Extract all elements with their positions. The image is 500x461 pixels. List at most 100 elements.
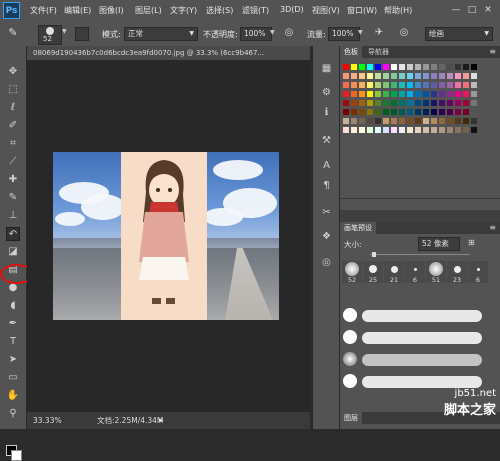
swatch[interactable] xyxy=(359,109,365,115)
swatch[interactable] xyxy=(471,118,477,124)
swatch[interactable] xyxy=(447,82,453,88)
chevron-down-icon[interactable]: ▼ xyxy=(358,29,363,36)
swatch[interactable] xyxy=(383,100,389,106)
history-panel-icon[interactable]: ▦ xyxy=(320,62,333,75)
path-select-tool-icon[interactable]: ➤ xyxy=(6,353,20,367)
swatch[interactable] xyxy=(383,73,389,79)
crop-tool-icon[interactable]: ⌗ xyxy=(6,137,20,151)
swatch[interactable] xyxy=(471,91,477,97)
swatch[interactable] xyxy=(407,82,413,88)
brush-tip[interactable]: 6 xyxy=(468,261,488,284)
swatch[interactable] xyxy=(455,91,461,97)
brush-stroke-preview[interactable] xyxy=(362,376,482,388)
swatch[interactable] xyxy=(367,73,373,79)
swatch[interactable] xyxy=(391,82,397,88)
swatch[interactable] xyxy=(423,82,429,88)
swatch[interactable] xyxy=(343,118,349,124)
info-panel-icon[interactable]: ℹ xyxy=(320,106,333,119)
3d-panel-icon[interactable]: ◎ xyxy=(320,256,333,269)
swatch[interactable] xyxy=(407,64,413,70)
minimize-icon[interactable]: — xyxy=(450,4,462,16)
swatch[interactable] xyxy=(399,109,405,115)
brush-picker[interactable]: 52 xyxy=(38,25,62,45)
new-preset-icon[interactable]: ⊞ xyxy=(468,238,478,248)
menu-file[interactable]: 文件(F) xyxy=(30,5,57,16)
swatch[interactable] xyxy=(463,64,469,70)
swatch[interactable] xyxy=(367,64,373,70)
swatch[interactable] xyxy=(343,91,349,97)
swatch[interactable] xyxy=(383,109,389,115)
swatch[interactable] xyxy=(455,82,461,88)
swatch[interactable] xyxy=(407,118,413,124)
swatch[interactable] xyxy=(447,73,453,79)
swatch[interactable] xyxy=(399,73,405,79)
swatch[interactable] xyxy=(407,100,413,106)
pressure-opacity-icon[interactable]: ◎ xyxy=(283,27,295,39)
brush-tool-icon[interactable]: ✎ xyxy=(6,191,20,205)
swatch[interactable] xyxy=(439,118,445,124)
swatch[interactable] xyxy=(359,91,365,97)
swatch[interactable] xyxy=(359,127,365,133)
tab-layers[interactable]: 图层 xyxy=(340,412,362,424)
swatch[interactable] xyxy=(455,118,461,124)
swatch[interactable] xyxy=(431,118,437,124)
hard-round-brush-icon[interactable] xyxy=(343,330,357,344)
type-tool-icon[interactable]: T xyxy=(6,335,20,349)
airbrush-icon[interactable]: ✈ xyxy=(373,27,385,39)
swatch[interactable] xyxy=(343,82,349,88)
swatch[interactable] xyxy=(351,127,357,133)
swatch[interactable] xyxy=(367,91,373,97)
swatch[interactable] xyxy=(423,118,429,124)
swatch[interactable] xyxy=(391,73,397,79)
maximize-icon[interactable]: □ xyxy=(466,4,478,16)
mode-select[interactable]: 正常 ▼ xyxy=(124,27,198,41)
swatch[interactable] xyxy=(375,73,381,79)
swatch[interactable] xyxy=(399,127,405,133)
hard-round-brush-icon[interactable] xyxy=(343,308,357,322)
brush-panel-icon[interactable]: ⚒ xyxy=(320,134,333,147)
brush-tip[interactable]: 23 xyxy=(447,261,467,284)
brush-tip[interactable]: 52 xyxy=(342,261,362,284)
swatch[interactable] xyxy=(391,118,397,124)
swatch[interactable] xyxy=(463,118,469,124)
brush-tip[interactable]: 25 xyxy=(363,261,383,284)
swatch[interactable] xyxy=(431,73,437,79)
swatch[interactable] xyxy=(343,64,349,70)
swatch[interactable] xyxy=(471,127,477,133)
swatch[interactable] xyxy=(431,127,437,133)
swatch[interactable] xyxy=(455,73,461,79)
swatch[interactable] xyxy=(375,109,381,115)
swatch[interactable] xyxy=(447,109,453,115)
character-panel-icon[interactable]: A xyxy=(320,159,333,172)
clone-stamp-tool-icon[interactable]: ⊥ xyxy=(6,209,20,223)
swatch[interactable] xyxy=(463,73,469,79)
swatch[interactable] xyxy=(359,118,365,124)
swatch[interactable] xyxy=(351,118,357,124)
swatch[interactable] xyxy=(431,64,437,70)
tab-swatches[interactable]: 色板 xyxy=(340,46,362,58)
swatch[interactable] xyxy=(383,82,389,88)
brush-stroke-preview[interactable] xyxy=(362,354,482,366)
swatch[interactable] xyxy=(439,64,445,70)
lasso-tool-icon[interactable]: ℓ xyxy=(6,101,20,115)
swatch[interactable] xyxy=(343,109,349,115)
menu-layer[interactable]: 图层(L) xyxy=(135,5,162,16)
swatch[interactable] xyxy=(415,100,421,106)
tab-navigator[interactable]: 导航器 xyxy=(364,46,393,58)
swatch[interactable] xyxy=(463,91,469,97)
size-slider-handle[interactable] xyxy=(372,252,376,257)
swatch[interactable] xyxy=(407,109,413,115)
swatch[interactable] xyxy=(471,64,477,70)
swatch[interactable] xyxy=(471,73,477,79)
swatch[interactable] xyxy=(351,73,357,79)
swatch[interactable] xyxy=(343,73,349,79)
swatch[interactable] xyxy=(415,127,421,133)
menu-select[interactable]: 选择(S) xyxy=(206,5,233,16)
swatch[interactable] xyxy=(455,127,461,133)
swatch[interactable] xyxy=(399,118,405,124)
zoom-tool-icon[interactable]: ⚲ xyxy=(6,407,20,421)
opacity-input[interactable]: 100% xyxy=(240,27,272,41)
swatch[interactable] xyxy=(391,127,397,133)
swatch[interactable] xyxy=(471,109,477,115)
swatch[interactable] xyxy=(407,91,413,97)
